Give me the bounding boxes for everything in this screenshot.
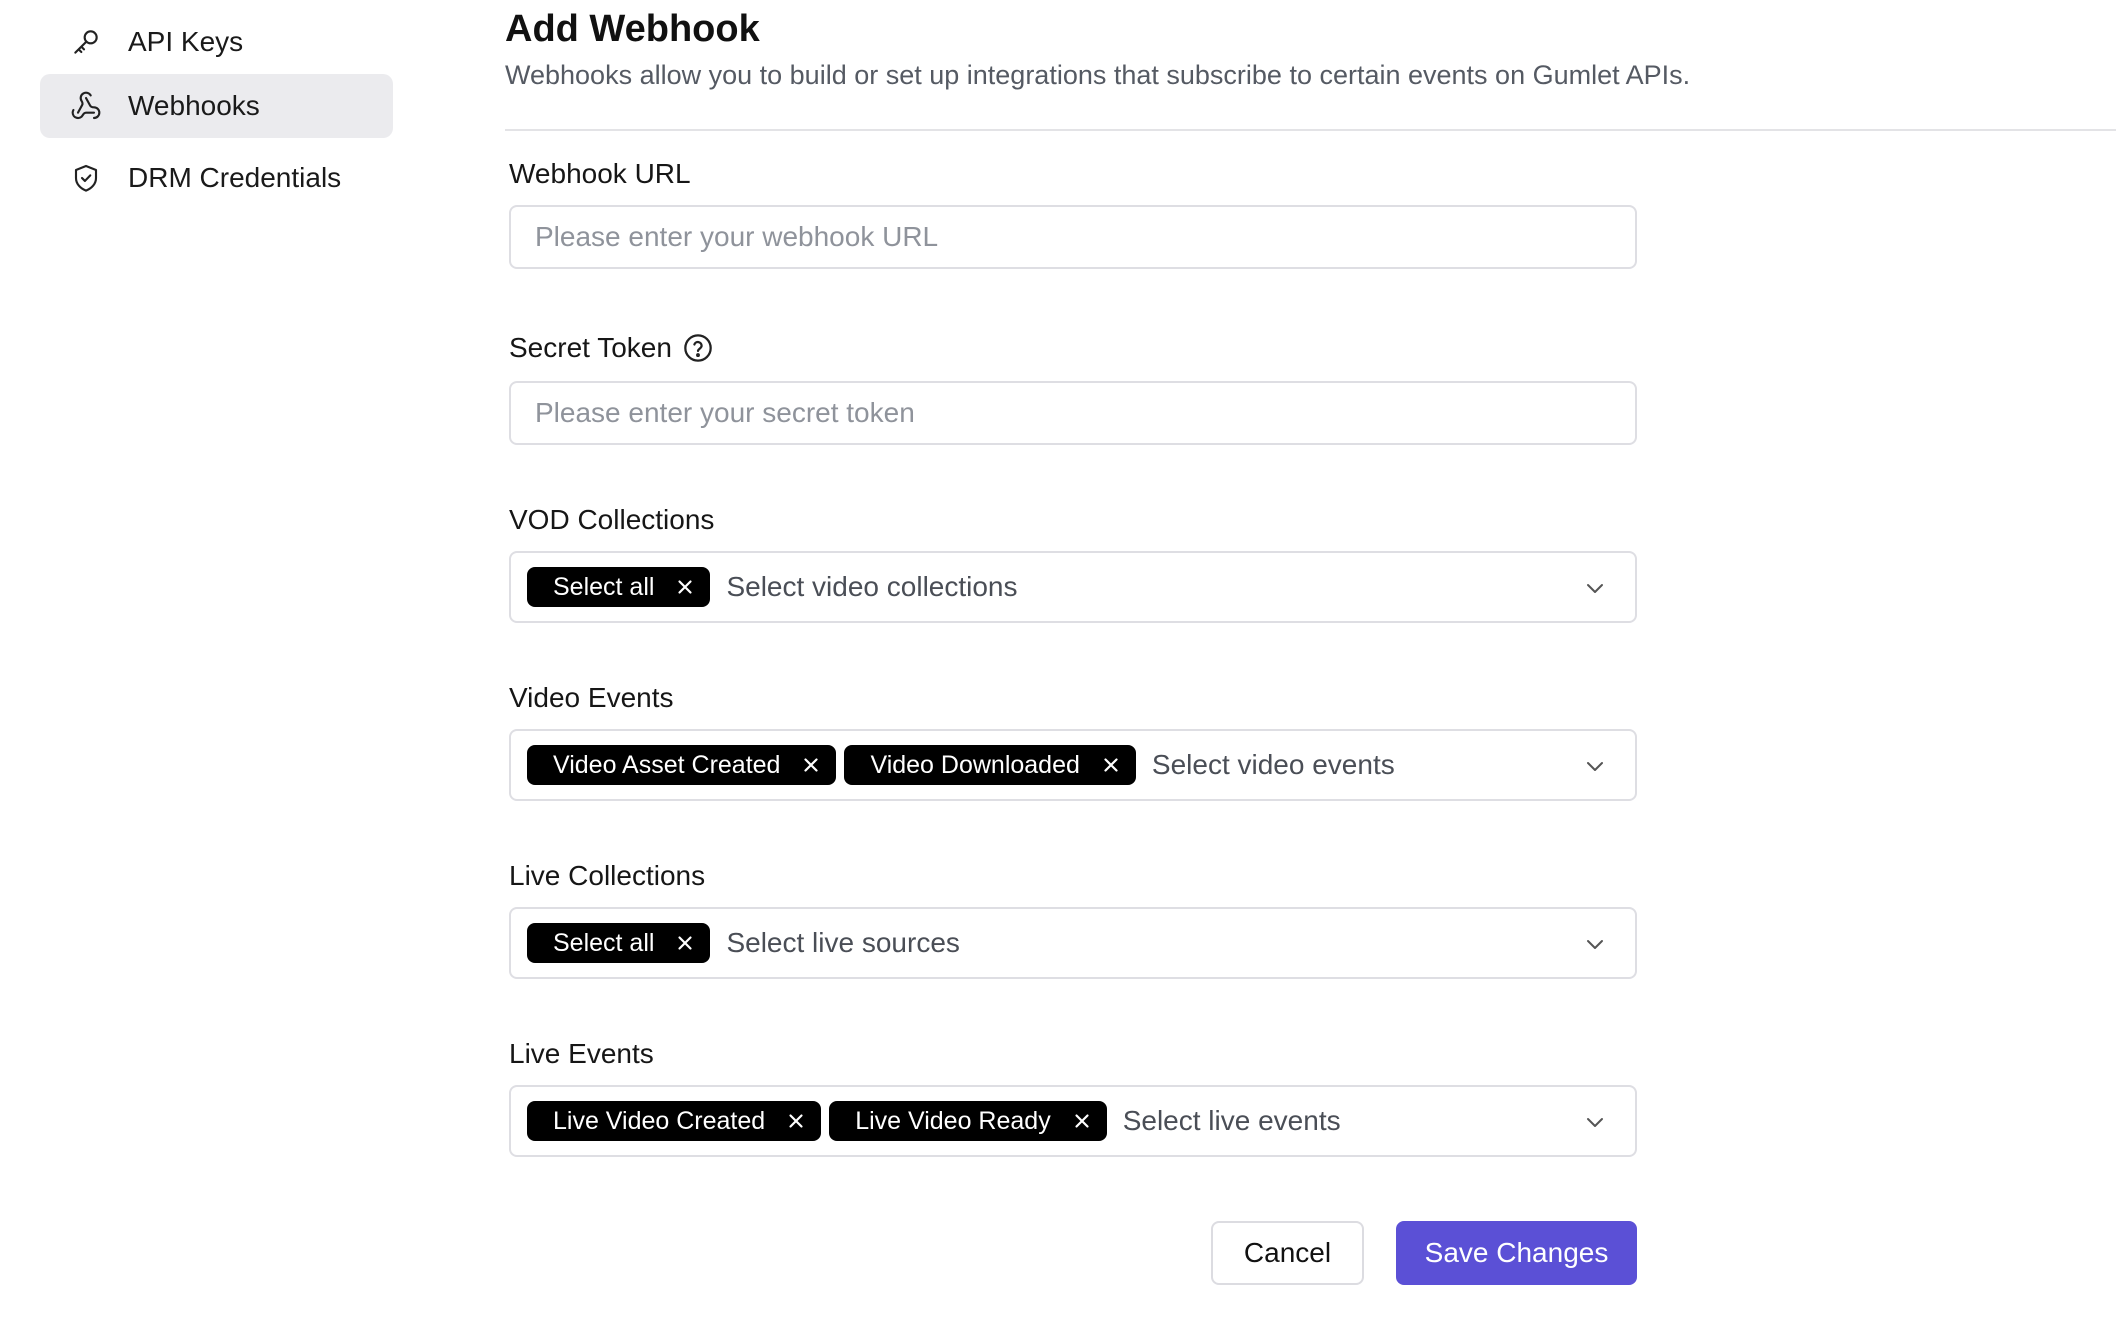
- cancel-button[interactable]: Cancel: [1211, 1221, 1364, 1285]
- select-placeholder: Select live events: [1122, 1105, 1341, 1136]
- secret-token-label: Secret Token: [509, 332, 714, 364]
- remove-tag-icon[interactable]: [800, 754, 822, 776]
- live-events-select[interactable]: Live Video Created Live Video Ready Sele…: [509, 1085, 1637, 1157]
- chevron-down-icon[interactable]: [1583, 754, 1607, 778]
- tag-label: Live Video Ready: [855, 1106, 1051, 1135]
- video-events-select[interactable]: Video Asset Created Video Downloaded Sel…: [509, 729, 1637, 801]
- save-changes-button[interactable]: Save Changes: [1396, 1221, 1637, 1285]
- live-events-label: Live Events: [509, 1038, 654, 1069]
- sidebar-item-label: API Keys: [128, 26, 244, 57]
- selected-tag: Video Downloaded: [844, 745, 1136, 785]
- settings-sidebar: API Keys Webhooks DRM Credentials: [0, 0, 440, 1320]
- sidebar-item-label: DRM Credentials: [128, 162, 342, 193]
- vod-collections-select[interactable]: Select all Select video collections: [509, 551, 1637, 623]
- live-collections-select[interactable]: Select all Select live sources: [509, 907, 1637, 979]
- remove-tag-icon[interactable]: [1071, 1110, 1093, 1132]
- selected-tag: Select all: [527, 923, 711, 963]
- tag-label: Select all: [553, 928, 655, 957]
- chevron-down-icon[interactable]: [1583, 932, 1607, 956]
- selected-tag: Live Video Created: [527, 1101, 822, 1141]
- remove-tag-icon[interactable]: [674, 932, 696, 954]
- sidebar-item-webhooks[interactable]: Webhooks: [40, 74, 393, 138]
- select-placeholder: Select live sources: [726, 927, 960, 958]
- tag-label: Video Downloaded: [870, 750, 1080, 779]
- divider: [505, 129, 2116, 131]
- selected-tag: Video Asset Created: [527, 745, 837, 785]
- select-placeholder: Select video collections: [726, 571, 1018, 602]
- select-placeholder: Select video events: [1151, 749, 1395, 780]
- vod-collections-label: VOD Collections: [509, 504, 715, 535]
- page-title: Add Webhook: [505, 8, 760, 50]
- webhook-url-input[interactable]: [509, 205, 1637, 269]
- remove-tag-icon[interactable]: [785, 1110, 807, 1132]
- video-events-label: Video Events: [509, 682, 674, 713]
- shield-check-icon: [70, 162, 102, 194]
- secret-token-input[interactable]: [509, 381, 1637, 445]
- selected-tag: Select all: [527, 567, 711, 607]
- page-subtitle: Webhooks allow you to build or set up in…: [505, 60, 1691, 90]
- sidebar-item-api-keys[interactable]: API Keys: [40, 10, 393, 74]
- selected-tag: Live Video Ready: [829, 1101, 1107, 1141]
- webhook-url-label: Webhook URL: [509, 158, 691, 189]
- remove-tag-icon[interactable]: [1100, 754, 1122, 776]
- live-collections-label: Live Collections: [509, 860, 706, 891]
- sidebar-item-drm-credentials[interactable]: DRM Credentials: [40, 146, 393, 210]
- question-circle-icon[interactable]: [682, 332, 714, 364]
- chevron-down-icon[interactable]: [1583, 1110, 1607, 1134]
- remove-tag-icon[interactable]: [674, 576, 696, 598]
- secret-token-label-text: Secret Token: [509, 332, 672, 363]
- tag-label: Live Video Created: [553, 1106, 766, 1135]
- add-webhook-panel: Add Webhook Webhooks allow you to build …: [505, 0, 2116, 1320]
- key-icon: [70, 26, 102, 58]
- sidebar-item-label: Webhooks: [128, 90, 260, 121]
- tag-label: Video Asset Created: [553, 750, 781, 779]
- webhook-icon: [70, 90, 102, 122]
- tag-label: Select all: [553, 572, 655, 601]
- chevron-down-icon[interactable]: [1583, 576, 1607, 600]
